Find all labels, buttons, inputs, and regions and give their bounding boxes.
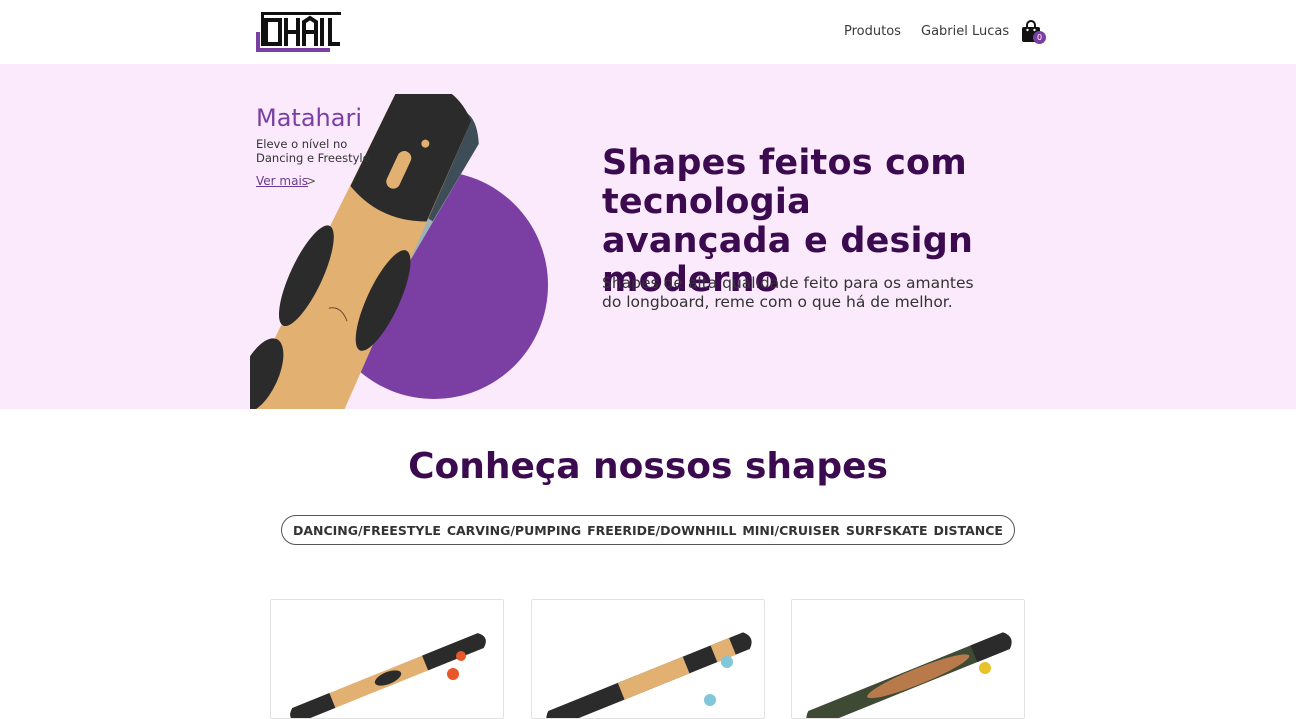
shapes-section-title: Conheça nossos shapes (408, 446, 888, 487)
site-logo[interactable] (256, 12, 342, 52)
promo-description: Eleve o nível no Dancing e Freestyle (256, 137, 370, 165)
promo-product-name: Matahari (256, 104, 362, 132)
hero-banner: Matahari Eleve o nível no Dancing e Free… (0, 64, 1296, 409)
site-header: Produtos Gabriel Lucas 0 (0, 0, 1296, 64)
hero-subtitle: Shapes de alta qualidade feito para os a… (602, 274, 974, 311)
category-filter-bar: DANCING/FREESTYLE CARVING/PUMPING FREERI… (281, 515, 1015, 545)
nav-products-link[interactable]: Produtos (844, 24, 901, 39)
nav-user-link[interactable]: Gabriel Lucas (921, 24, 1009, 39)
cart-count-badge: 0 (1033, 31, 1046, 44)
promo-link-arrow: > (306, 174, 317, 188)
product-card[interactable] (270, 599, 504, 719)
product-image (806, 632, 1012, 718)
promo-see-more-link[interactable]: Ver mais (256, 174, 308, 188)
filter-surfskate[interactable]: SURFSKATE (846, 523, 928, 538)
product-card[interactable] (791, 599, 1025, 719)
cart-button[interactable]: 0 (1020, 19, 1046, 45)
product-image (290, 633, 486, 718)
filter-dancing-freestyle[interactable]: DANCING/FREESTYLE (293, 523, 441, 538)
filter-freeride-downhill[interactable]: FREERIDE/DOWNHILL (587, 523, 736, 538)
product-card[interactable] (531, 599, 765, 719)
filter-carving-pumping[interactable]: CARVING/PUMPING (447, 523, 581, 538)
product-image (546, 632, 752, 718)
filter-distance[interactable]: DISTANCE (934, 523, 1003, 538)
filter-mini-cruiser[interactable]: MINI/CRUISER (742, 523, 840, 538)
